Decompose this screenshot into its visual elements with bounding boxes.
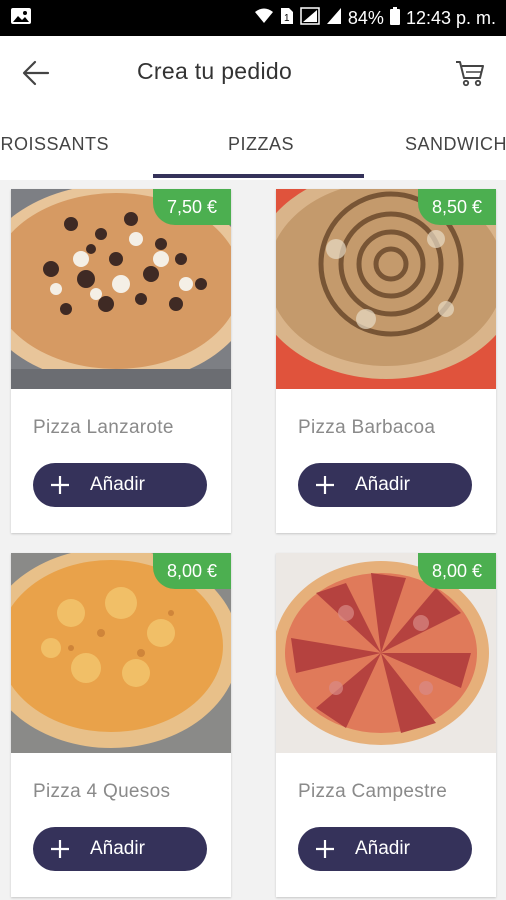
add-button[interactable]: Añadir <box>298 827 472 871</box>
signal-icon-2 <box>326 7 342 30</box>
svg-text:1: 1 <box>284 13 290 24</box>
plus-icon <box>315 475 335 495</box>
add-button-label: Añadir <box>90 474 145 495</box>
sim-icon: 1 <box>280 7 294 30</box>
tab-pizzas[interactable]: PIZZAS <box>228 134 294 155</box>
app-bar: Crea tu pedido <box>0 36 506 110</box>
product-card[interactable]: 8,00 € Pizza 4 Quesos Añadir <box>11 553 231 897</box>
clock: 12:43 p. m. <box>405 7 496 28</box>
battery-icon <box>389 6 400 30</box>
plus-icon <box>50 839 70 859</box>
add-button[interactable]: Añadir <box>298 463 472 507</box>
tab-croissants[interactable]: CROISSANTS <box>0 134 109 155</box>
add-button-label: Añadir <box>355 838 410 859</box>
plus-icon <box>315 839 335 859</box>
product-name: Pizza Barbacoa <box>298 417 436 438</box>
cart-button[interactable] <box>454 58 486 88</box>
wifi-icon <box>254 7 274 30</box>
status-bar: 1 84% 12:43 p. m. <box>0 0 506 36</box>
add-button[interactable]: Añadir <box>33 463 207 507</box>
category-tabs: CROISSANTS PIZZAS SANDWICHES <box>0 110 506 180</box>
product-name: Pizza Lanzarote <box>33 417 174 438</box>
price-badge: 8,00 € <box>153 553 231 589</box>
add-button-label: Añadir <box>90 838 145 859</box>
product-card[interactable]: 8,00 € Pizza Campestre Añadir <box>276 553 496 897</box>
gallery-icon <box>10 7 32 30</box>
add-button-label: Añadir <box>355 474 410 495</box>
back-button[interactable] <box>20 58 52 88</box>
price-badge: 8,00 € <box>418 553 496 589</box>
cart-icon <box>456 61 484 87</box>
plus-icon <box>50 475 70 495</box>
active-tab-indicator <box>153 174 364 178</box>
price-badge: 7,50 € <box>153 189 231 225</box>
page-title: Crea tu pedido <box>137 58 293 84</box>
arrow-left-icon <box>22 60 50 86</box>
product-card[interactable]: 8,50 € Pizza Barbacoa Añadir <box>276 189 496 533</box>
tab-sandwiches[interactable]: SANDWICHES <box>405 134 506 155</box>
price-badge: 8,50 € <box>418 189 496 225</box>
product-name: Pizza Campestre <box>298 781 448 802</box>
battery-percent: 84% <box>347 7 384 28</box>
add-button[interactable]: Añadir <box>33 827 207 871</box>
signal-icon <box>300 6 320 30</box>
product-name: Pizza 4 Quesos <box>33 781 171 802</box>
product-card[interactable]: 7,50 € Pizza Lanzarote Añadir <box>11 189 231 533</box>
